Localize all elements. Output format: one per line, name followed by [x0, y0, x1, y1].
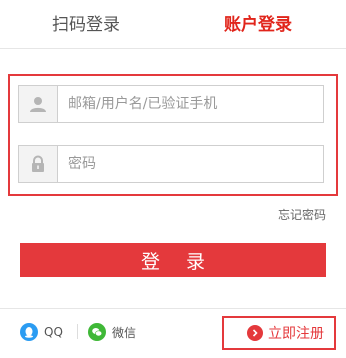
register-link[interactable]: 立即注册: [247, 323, 324, 343]
login-button[interactable]: 登录: [20, 243, 326, 277]
forgot-password-link[interactable]: 忘记密码: [250, 206, 326, 223]
tab-qr-login[interactable]: 扫码登录: [40, 12, 132, 38]
password-input[interactable]: [58, 146, 320, 182]
lock-icon: [19, 146, 58, 182]
login-tabs: 扫码登录 账户登录: [0, 0, 346, 48]
arrow-right-circle-icon: [247, 325, 263, 341]
wechat-login-link[interactable]: 微信: [88, 322, 136, 342]
footer-divider: [0, 308, 346, 309]
username-field: [18, 85, 324, 123]
qq-label: QQ: [44, 325, 63, 339]
wechat-icon: [88, 323, 106, 341]
social-divider: [77, 324, 78, 339]
username-input[interactable]: [58, 86, 320, 122]
tabs-divider: [0, 48, 346, 49]
wechat-label: 微信: [112, 325, 137, 340]
register-label: 立即注册: [268, 326, 324, 342]
qq-icon: [20, 323, 38, 341]
user-icon: [19, 86, 58, 122]
qq-login-link[interactable]: QQ: [20, 322, 63, 342]
password-field: [18, 145, 324, 183]
tab-account-login[interactable]: 账户登录: [212, 12, 304, 38]
